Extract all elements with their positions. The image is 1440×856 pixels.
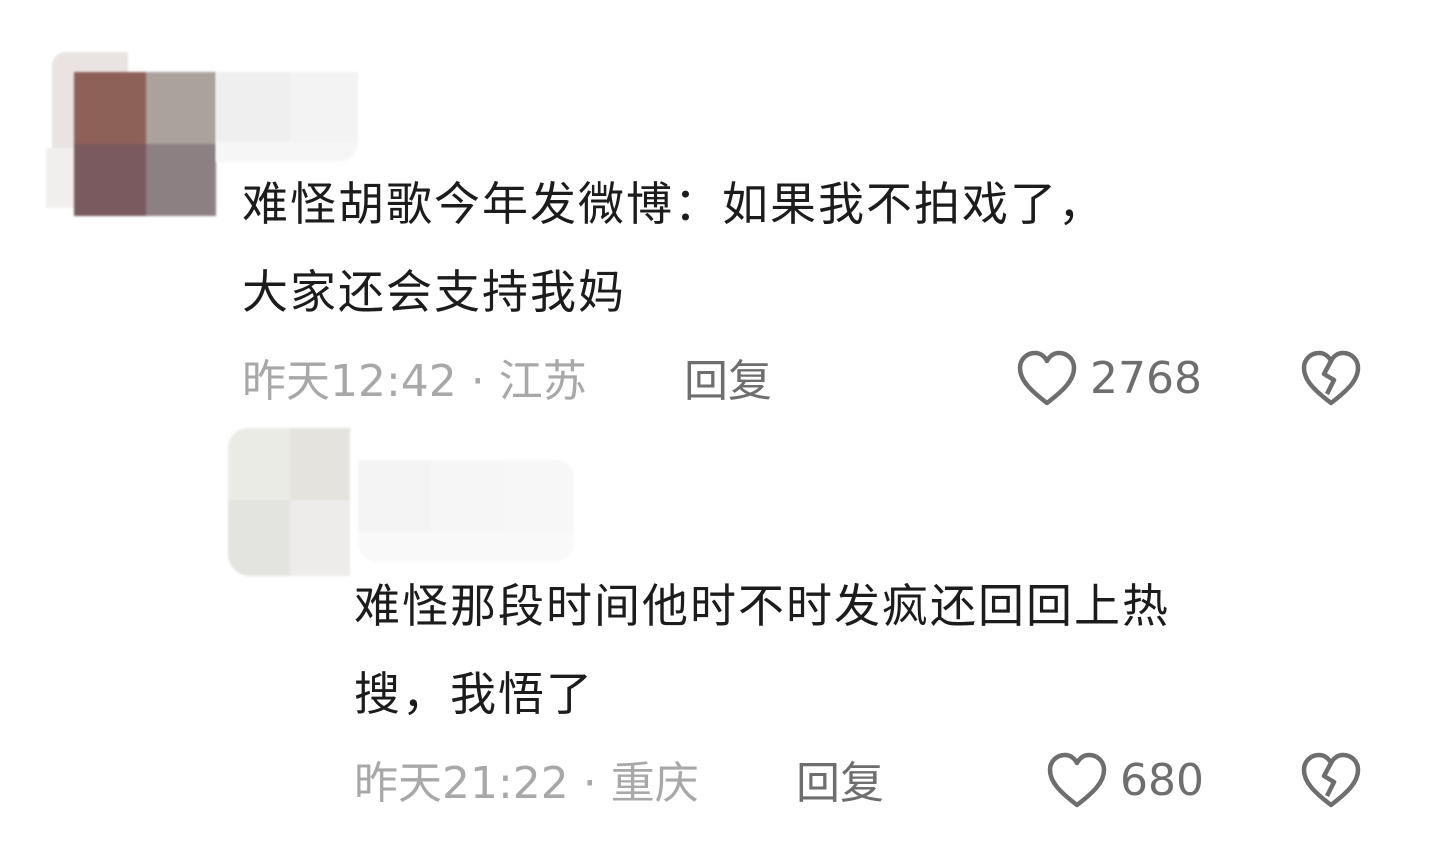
avatar[interactable] (46, 52, 216, 222)
comment-list: 难怪胡歌今年发微博：如果我不拍戏了， 大家还会支持我妈 昨天12:42 · 江苏… (0, 0, 1440, 856)
heart-outline-icon (1047, 752, 1107, 808)
comment-line: 难怪胡歌今年发微博：如果我不拍戏了， (242, 177, 1106, 231)
comment-line: 搜，我悟了 (354, 667, 594, 721)
like-button[interactable]: 2768 (1016, 350, 1202, 408)
avatar[interactable] (218, 420, 358, 580)
like-count: 680 (1120, 755, 1204, 806)
comment-line: 难怪那段时间他时不时发疯还回回上热 (354, 579, 1170, 633)
comment-text: 难怪胡歌今年发微博：如果我不拍戏了， 大家还会支持我妈 (242, 160, 1106, 336)
broken-heart-icon[interactable] (1300, 752, 1362, 810)
heart-outline-icon (1017, 350, 1077, 406)
broken-heart-icon[interactable] (1300, 350, 1362, 408)
reply-button[interactable]: 回复 (796, 758, 884, 810)
comment-line: 大家还会支持我妈 (242, 265, 626, 319)
comment-timestamp: 昨天21:22 · 重庆 (354, 758, 699, 809)
username[interactable] (216, 72, 378, 164)
like-button[interactable]: 680 (1046, 752, 1204, 810)
comment-timestamp: 昨天12:42 · 江苏 (242, 356, 587, 407)
reply-button[interactable]: 回复 (684, 356, 772, 408)
username[interactable] (358, 460, 578, 570)
comment-text: 难怪那段时间他时不时发疯还回回上热 搜，我悟了 (354, 562, 1170, 738)
like-count: 2768 (1090, 353, 1202, 404)
